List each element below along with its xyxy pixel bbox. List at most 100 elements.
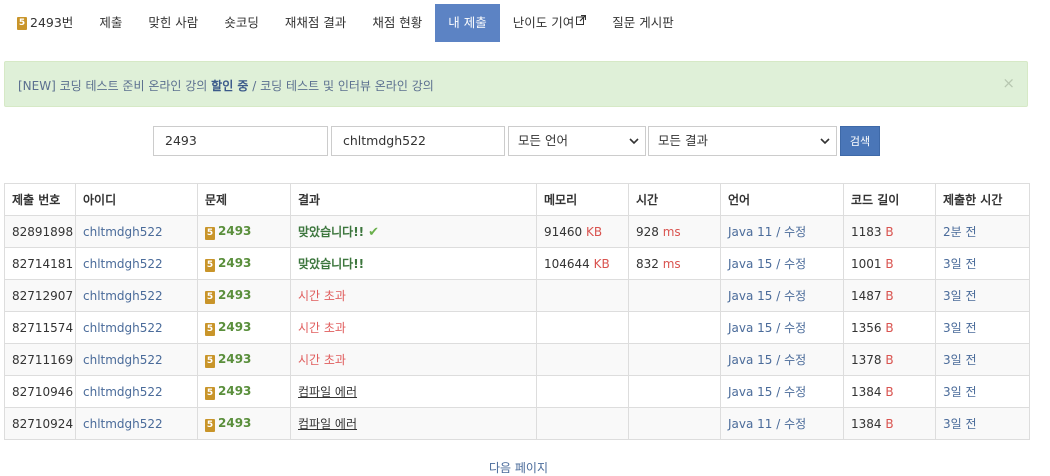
code-length-cell: 1378 B (843, 343, 936, 376)
edit-link[interactable]: 수정 (784, 225, 806, 239)
submission-id: 82891898 (4, 215, 76, 248)
edit-link[interactable]: 수정 (784, 257, 806, 271)
table-row: 82710946 chltmdgh522 5 2493 컴파일 에러 Java 15 / … (4, 375, 1030, 408)
tier-badge-icon: 5 (205, 226, 215, 240)
tab-status[interactable]: 채점 현황 (359, 4, 435, 42)
promo-alert-text[interactable]: [NEW] 코딩 테스트 준비 온라인 강의 할인 중 / 코딩 테스트 및 인… (18, 77, 434, 94)
table-row: 82891898 chltmdgh522 5 2493 맞았습니다!! ✔ 91460 KB… (4, 215, 1030, 248)
tab-difficulty-contrib[interactable]: 난이도 기여 (500, 4, 599, 42)
problem-cell: 5 2493 (197, 215, 291, 248)
col-problem: 문제 (197, 183, 291, 216)
submitted-at-link[interactable]: 3일 전 (943, 321, 977, 335)
language-separator: / (772, 257, 785, 271)
result-text: 시간 초과 (298, 353, 346, 367)
problem-cell: 5 2493 (197, 407, 291, 440)
user-id-cell: chltmdgh522 (75, 215, 198, 248)
problem-link[interactable]: 2493 (218, 384, 251, 398)
code-length-value: 1384 (851, 416, 882, 431)
code-length-unit: B (885, 352, 894, 367)
result-select[interactable]: 모든 결과 (648, 126, 837, 156)
tab-short-coding[interactable]: 숏코딩 (211, 4, 272, 42)
language-link[interactable]: Java 15 (728, 353, 772, 367)
language-link[interactable]: Java 15 (728, 321, 772, 335)
tab-problem[interactable]: 5 2493번 (4, 4, 86, 42)
submitted-at-cell: 3일 전 (935, 343, 1030, 376)
submission-id: 82711169 (4, 343, 76, 376)
user-link[interactable]: chltmdgh522 (83, 385, 163, 399)
user-id-cell: chltmdgh522 (75, 407, 198, 440)
user-link[interactable]: chltmdgh522 (83, 353, 163, 367)
problem-link[interactable]: 2493 (218, 256, 251, 270)
submitted-at-link[interactable]: 3일 전 (943, 385, 977, 399)
tier-badge-icon: 5 (205, 290, 215, 304)
memory-cell (536, 279, 629, 312)
submitted-at-link[interactable]: 3일 전 (943, 417, 977, 431)
col-submission-id: 제출 번호 (4, 183, 76, 216)
col-result: 결과 (290, 183, 537, 216)
submitted-at-link[interactable]: 3일 전 (943, 353, 977, 367)
problem-cell: 5 2493 (197, 311, 291, 344)
submission-id: 82714181 (4, 247, 76, 280)
problem-cell: 5 2493 (197, 343, 291, 376)
edit-link[interactable]: 수정 (784, 353, 806, 367)
language-link[interactable]: Java 11 (728, 225, 772, 239)
edit-link[interactable]: 수정 (784, 289, 806, 303)
memory-cell: 104644 KB (536, 247, 629, 280)
user-link[interactable]: chltmdgh522 (83, 289, 163, 303)
language-separator: / (772, 321, 785, 335)
language-link[interactable]: Java 15 (728, 257, 772, 271)
col-submitted-at: 제출한 시간 (935, 183, 1030, 216)
edit-link[interactable]: 수정 (784, 417, 806, 431)
problem-nav: 5 2493번 제출 맞힌 사람 숏코딩 재채점 결과 채점 현황 내 제출 난… (4, 4, 687, 42)
submitted-at-link[interactable]: 3일 전 (943, 289, 977, 303)
result-cell: 시간 초과 (290, 311, 537, 344)
search-button[interactable]: 검색 (840, 126, 880, 156)
user-link[interactable]: chltmdgh522 (83, 321, 163, 335)
language-cell: Java 11 / 수정 (720, 215, 844, 248)
submitted-at-link[interactable]: 2분 전 (943, 225, 977, 239)
language-cell: Java 15 / 수정 (720, 279, 844, 312)
result-text[interactable]: 컴파일 에러 (298, 417, 357, 431)
tab-qna-board[interactable]: 질문 게시판 (599, 4, 686, 42)
time-cell (628, 343, 721, 376)
result-text[interactable]: 컴파일 에러 (298, 385, 357, 399)
user-link[interactable]: chltmdgh522 (83, 257, 163, 271)
code-length-value: 1356 (851, 320, 882, 335)
memory-value: 91460 (544, 224, 583, 239)
language-link[interactable]: Java 11 (728, 417, 772, 431)
problem-link[interactable]: 2493 (218, 416, 251, 430)
code-length-value: 1001 (851, 256, 882, 271)
external-link-icon (576, 4, 587, 42)
language-link[interactable]: Java 15 (728, 385, 772, 399)
submitted-at-cell: 3일 전 (935, 407, 1030, 440)
language-select[interactable]: 모든 언어 (508, 126, 646, 156)
next-page-link[interactable]: 다음 페이지 (489, 459, 548, 476)
tier-badge-icon: 5 (17, 16, 27, 30)
tab-rejudge-results[interactable]: 재채점 결과 (272, 4, 359, 42)
result-cell: 시간 초과 (290, 279, 537, 312)
edit-link[interactable]: 수정 (784, 385, 806, 399)
user-id-input[interactable]: chltmdgh522 (331, 126, 505, 156)
tab-my-submissions[interactable]: 내 제출 (435, 4, 500, 42)
user-link[interactable]: chltmdgh522 (83, 225, 163, 239)
tab-solved-users[interactable]: 맞힌 사람 (135, 4, 211, 42)
col-user-id: 아이디 (75, 183, 198, 216)
code-length-cell: 1183 B (843, 215, 936, 248)
language-separator: / (772, 225, 785, 239)
problem-id-input[interactable]: 2493 (153, 126, 328, 156)
close-icon[interactable]: × (1002, 74, 1015, 92)
code-length-cell: 1356 B (843, 311, 936, 344)
tab-submit[interactable]: 제출 (86, 4, 135, 42)
problem-link[interactable]: 2493 (218, 352, 251, 366)
edit-link[interactable]: 수정 (784, 321, 806, 335)
code-length-value: 1487 (851, 288, 882, 303)
result-cell: 컴파일 에러 (290, 375, 537, 408)
problem-link[interactable]: 2493 (218, 224, 251, 238)
problem-link[interactable]: 2493 (218, 288, 251, 302)
problem-link[interactable]: 2493 (218, 320, 251, 334)
language-link[interactable]: Java 15 (728, 289, 772, 303)
table-row: 82710924 chltmdgh522 5 2493 컴파일 에러 Java 11 / … (4, 407, 1030, 440)
submitted-at-link[interactable]: 3일 전 (943, 257, 977, 271)
user-link[interactable]: chltmdgh522 (83, 417, 163, 431)
user-id-cell: chltmdgh522 (75, 375, 198, 408)
